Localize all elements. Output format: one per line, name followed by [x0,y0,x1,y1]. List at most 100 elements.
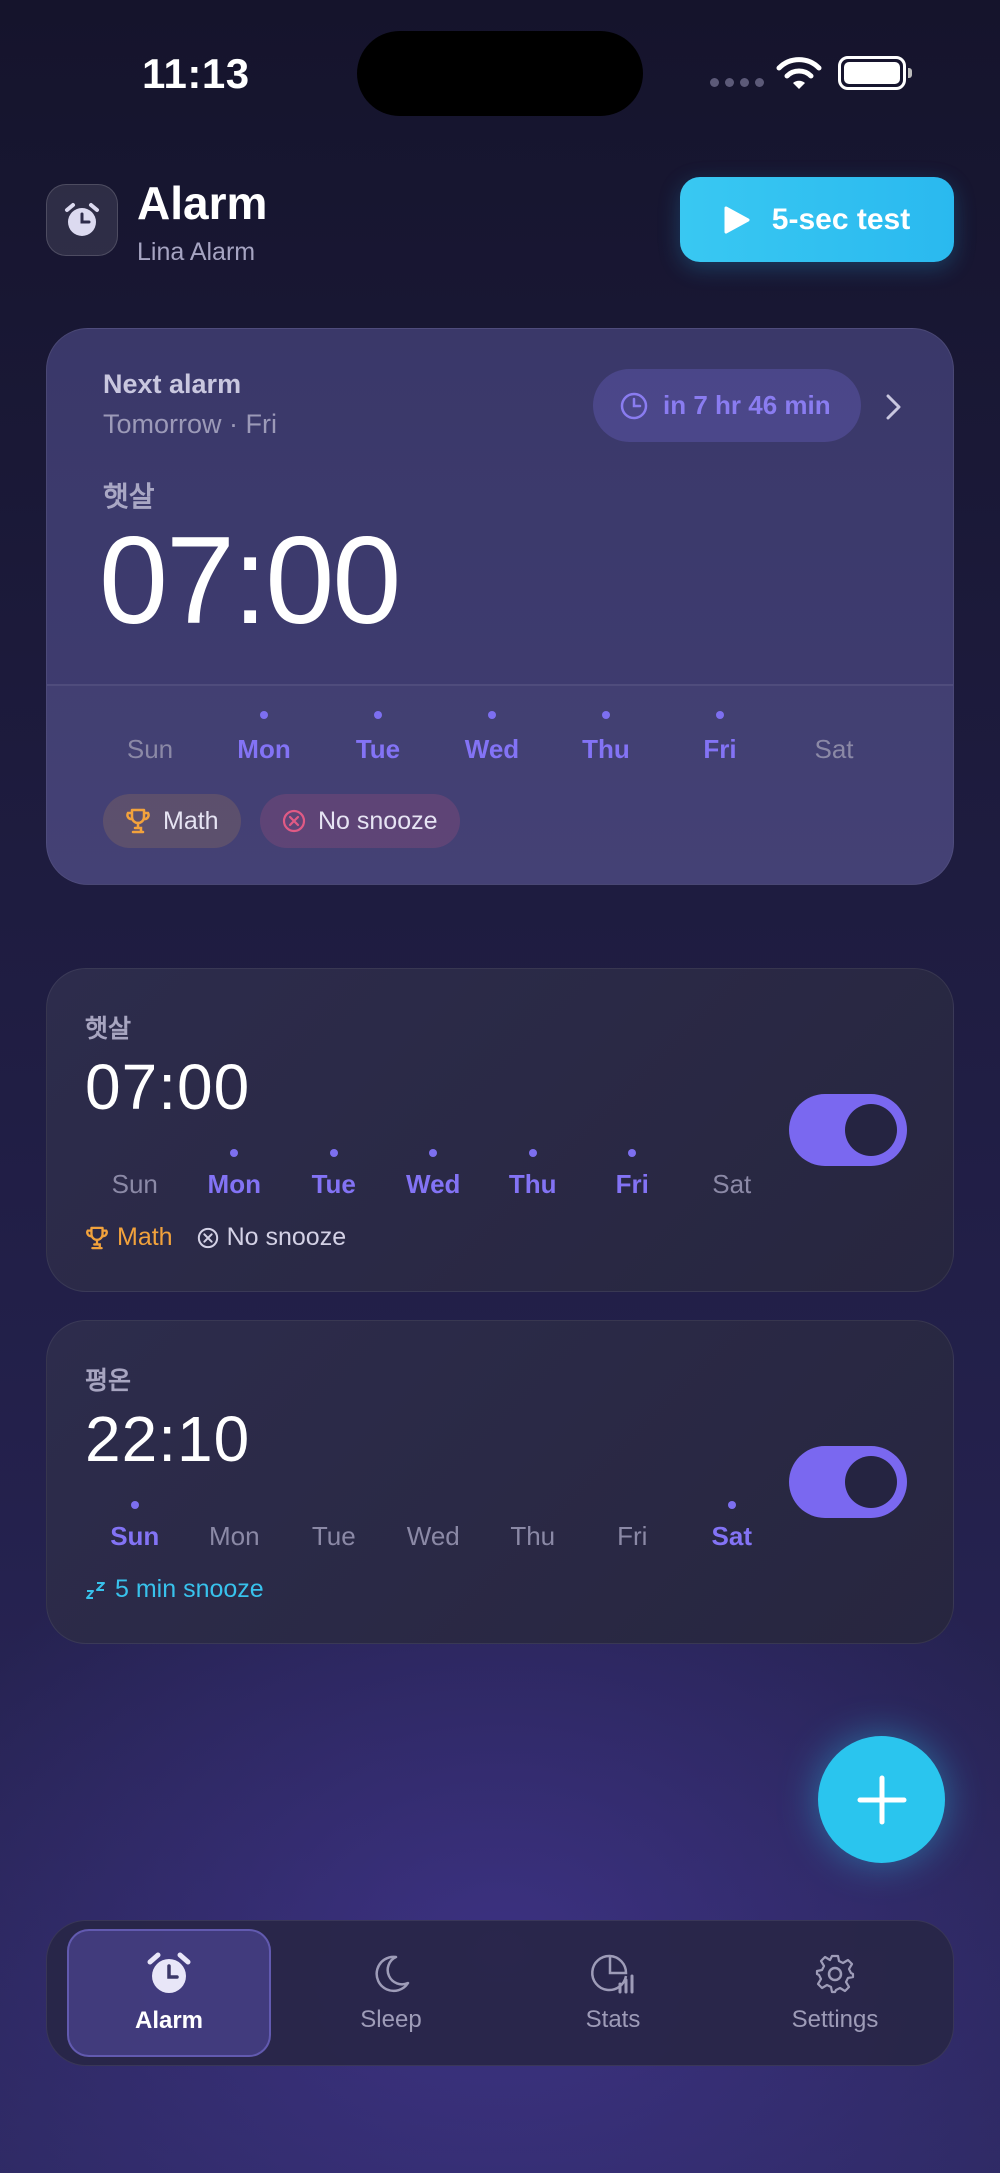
alarm-name: 햇살 [85,1015,132,1043]
add-alarm-button[interactable] [818,1736,945,1863]
weekday-fri: Fri [663,711,777,765]
next-alarm-card[interactable]: Next alarm Tomorrow · Fri in 7 hr 46 min… [46,328,954,885]
weekday-label: Sat [711,1521,752,1551]
alarm-card[interactable]: 평온 22:10 Sun Mon Tue Wed Thu Fri Sat 5 m… [46,1320,954,1644]
chart-icon [591,1954,634,1994]
weekday-label: Mon [237,734,291,764]
trophy-icon [126,808,150,834]
alarm-clock-icon [147,1952,191,1993]
weekday-thu: Thu [549,711,663,765]
weekday-thu: Thu [483,1149,583,1200]
no-snooze-tag-label: No snooze [226,1223,347,1251]
weekday-tue: Tue [321,711,435,765]
alarm-tags: Math No snooze [85,1223,346,1252]
alarm-clock-icon [65,203,99,236]
alarm-toggle[interactable] [789,1446,907,1518]
tab-label: Alarm [134,2007,204,2034]
weekday-mon: Mon [185,1521,285,1552]
snooze-tag: 5 min snooze [85,1575,264,1604]
tab-stats[interactable]: Stats [511,1929,715,2057]
weekday-label: Thu [510,1521,556,1551]
page-subtitle: Lina Alarm [137,238,256,266]
weekday-tue: Tue [284,1521,384,1552]
weekday-sun: Sun [93,734,207,765]
active-day-dot [602,711,610,719]
toggle-knob [845,1104,897,1156]
snooze-zz-icon [86,1581,105,1599]
gear-icon [815,1954,855,1994]
tab-label: Settings [791,2006,879,2033]
alarm-tags: 5 min snooze [85,1575,264,1604]
tab-sleep[interactable]: Sleep [289,1929,493,2057]
weekday-label: Thu [582,734,630,764]
weekday-wed: Wed [384,1149,484,1200]
weekday-label: Tue [311,1169,356,1199]
weekday-mon: Mon [207,711,321,765]
weekday-label: Sat [814,734,854,764]
countdown-text: in 7 hr 46 min [663,390,831,420]
weekday-label: Tue [311,1521,356,1551]
active-day-dot [329,1149,338,1157]
weekday-label: Fri [617,1521,648,1551]
weekday-label: Tue [355,734,401,764]
weekday-row: Sun Mon Tue Wed Thu Fri Sat [85,1149,782,1200]
active-day-dot [628,1149,637,1157]
five-sec-test-button[interactable]: 5-sec test [680,177,954,262]
weekday-sat: Sat [777,734,891,765]
weekday-label: Fri [703,734,737,764]
weekday-sat: Sat [682,1169,782,1200]
plus-icon [857,1775,906,1824]
next-alarm-footer [47,686,953,884]
weekday-mon: Mon [185,1149,285,1200]
tab-label: Sleep [360,2006,422,2033]
active-day-dot [727,1501,736,1509]
weekday-fri: Fri [583,1149,683,1200]
tab-settings[interactable]: Settings [733,1929,937,2057]
toggle-knob [845,1456,897,1508]
weekday-thu: Thu [483,1521,583,1552]
tab-alarm[interactable]: Alarm [67,1929,271,2057]
clock-icon [620,392,648,419]
next-alarm-time: 07:00 [99,512,401,650]
tab-label: Stats [585,2006,641,2033]
weekday-label: Fri [615,1169,649,1199]
app-icon [46,184,118,256]
no-snooze-chip: No snooze [260,794,460,848]
next-alarm-day: Tomorrow · Fri [103,409,277,439]
weekday-label: Wed [406,1169,461,1199]
math-tag: Math [85,1223,173,1252]
active-day-dot [130,1501,139,1509]
alarm-card[interactable]: 햇살 07:00 Sun Mon Tue Wed Thu Fri Sat Mat… [46,968,954,1292]
weekday-tue: Tue [284,1149,384,1200]
wifi-icon [776,57,822,89]
weekday-label: Mon [208,1521,260,1551]
no-snooze-chip-label: No snooze [318,806,438,835]
battery-icon [838,56,912,90]
tab-bar: Alarm Sleep Stats Settings [46,1920,954,2066]
dynamic-island [357,31,643,116]
active-day-dot [374,711,382,719]
chevron-right-icon[interactable] [885,393,903,421]
page-title: Alarm [137,177,268,229]
weekday-sun: Sun [85,1501,185,1552]
test-button-label: 5-sec test [771,202,911,236]
alarm-time: 07:00 [85,1051,251,1123]
next-alarm-label: Next alarm [103,369,242,399]
weekday-fri: Fri [583,1521,683,1552]
weekday-label: Sat [712,1169,752,1199]
alarm-toggle[interactable] [789,1094,907,1166]
active-day-dot [716,711,724,719]
weekday-wed: Wed [435,711,549,765]
active-day-dot [260,711,268,719]
active-day-dot [488,711,496,719]
weekday-sat: Sat [682,1501,782,1552]
trophy-icon [86,1226,108,1249]
alarm-name: 평온 [85,1367,132,1395]
weekday-label: Wed [464,734,520,764]
math-tag-label: Math [117,1223,173,1251]
weekday-sun: Sun [85,1169,185,1200]
weekday-label: Mon [207,1169,261,1199]
weekday-row: Sun Mon Tue Wed Thu Fri Sat [85,1501,782,1552]
math-chip-label: Math [163,806,219,835]
next-alarm-name: 햇살 [103,481,155,512]
